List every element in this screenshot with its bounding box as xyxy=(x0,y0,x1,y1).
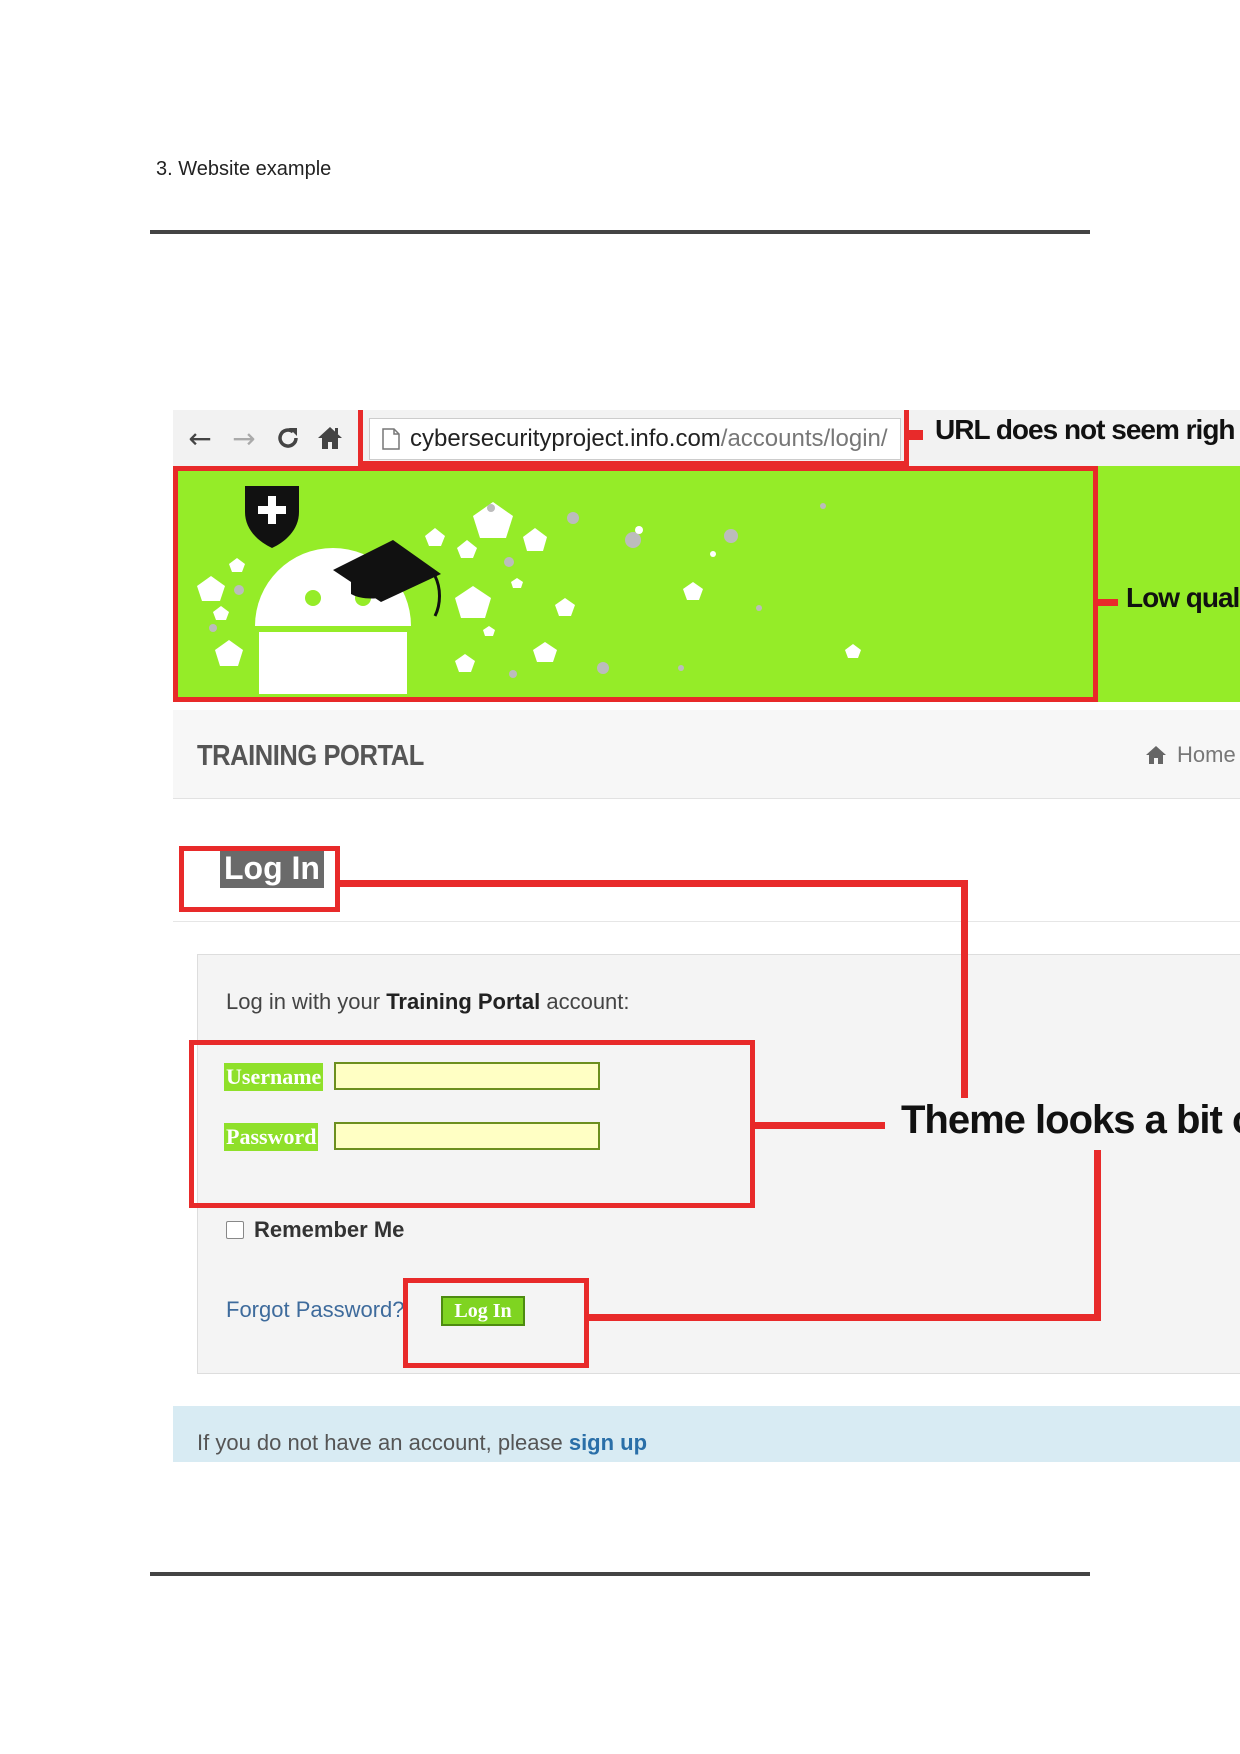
home-link[interactable]: Home xyxy=(1145,742,1236,768)
portal-header: TRAINING PORTAL Home xyxy=(173,710,1240,799)
login-prompt-prefix: Log in with your xyxy=(226,989,387,1014)
signup-message: If you do not have an account, please xyxy=(197,1430,569,1455)
document-heading: 3. Website example xyxy=(156,158,332,180)
url-annotation: URL does not seem righ xyxy=(935,414,1236,445)
fields-highlight-box xyxy=(189,1040,755,1208)
heading-divider xyxy=(173,921,1240,922)
fields-connector xyxy=(755,1122,885,1129)
home-icon[interactable] xyxy=(313,422,347,454)
login-prompt-site: Training Portal xyxy=(386,989,541,1014)
home-link-label: Home xyxy=(1177,742,1236,767)
theme-annotation: Theme looks a bit o xyxy=(901,1098,1240,1142)
portal-title[interactable]: TRAINING PORTAL xyxy=(197,740,424,773)
button-connector-v xyxy=(1094,1150,1101,1321)
login-prompt-suffix: account: xyxy=(540,989,630,1014)
remember-me-row: Remember Me xyxy=(226,1217,404,1243)
sign-up-link[interactable]: sign up xyxy=(569,1430,647,1455)
login-heading-highlight-box xyxy=(179,846,340,912)
website-screenshot: ← → cybersecurityproject.info.com/accoun… xyxy=(173,410,1240,1462)
login-button-highlight-box xyxy=(403,1278,589,1368)
forward-arrow-icon[interactable]: → xyxy=(227,422,261,455)
bottom-divider xyxy=(150,1572,1090,1576)
login-prompt: Log in with your Training Portal account… xyxy=(226,989,630,1015)
heading-connector-v xyxy=(961,880,968,1098)
button-connector-h xyxy=(589,1314,1101,1321)
url-highlight-box xyxy=(358,410,909,466)
banner-annotation-connector xyxy=(1098,599,1118,606)
remember-me-label[interactable]: Remember Me xyxy=(254,1217,404,1243)
banner-highlight-box xyxy=(173,466,1098,702)
back-arrow-icon[interactable]: ← xyxy=(183,422,217,455)
heading-connector-h xyxy=(340,880,968,887)
reload-icon[interactable] xyxy=(271,422,305,454)
signup-text: If you do not have an account, please si… xyxy=(197,1430,647,1456)
banner-annotation: Low qual xyxy=(1126,582,1240,613)
home-icon xyxy=(1146,746,1166,764)
remember-me-checkbox[interactable] xyxy=(226,1221,244,1239)
url-annotation-connector xyxy=(909,430,923,440)
forgot-password-link[interactable]: Forgot Password? xyxy=(226,1297,405,1323)
top-divider xyxy=(150,230,1090,234)
signup-notice: If you do not have an account, please si… xyxy=(173,1406,1240,1462)
